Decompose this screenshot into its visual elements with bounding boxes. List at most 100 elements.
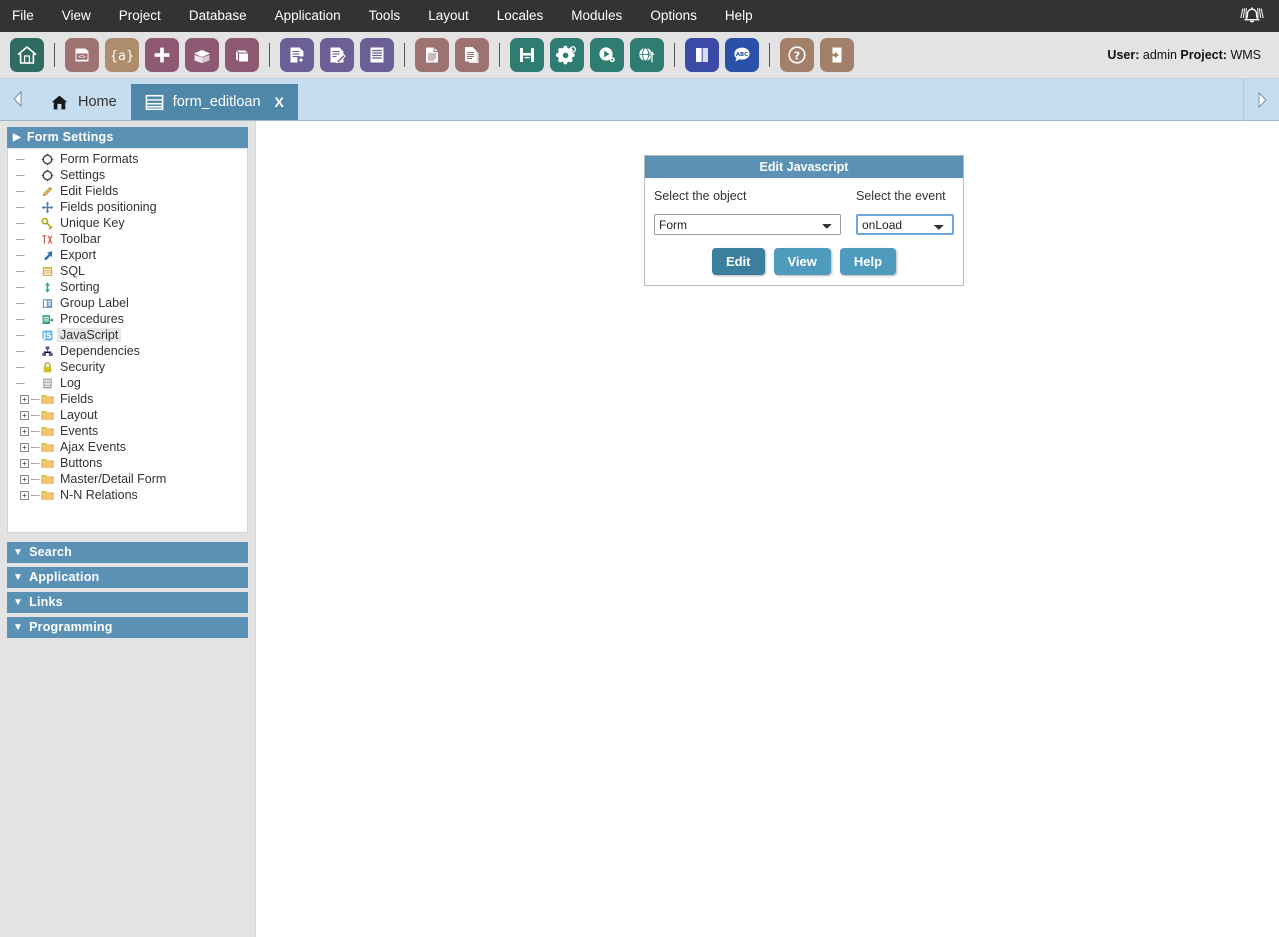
tree-item-label: Toolbar <box>60 232 101 246</box>
curly-braces-icon: {a} <box>111 49 133 64</box>
sidebar-section-programming[interactable]: ▼ Programming <box>7 617 248 638</box>
tab-close-button[interactable]: X <box>275 94 284 110</box>
tree-item-group-label[interactable]: ─ Group Label <box>8 295 247 311</box>
help-button[interactable]: Help <box>839 248 897 275</box>
toolbar-exit-button[interactable] <box>820 38 854 72</box>
triangle-down-icon: ▼ <box>13 571 24 583</box>
tree-item-label: JavaScript <box>57 328 122 342</box>
tree-expander[interactable]: + ─ <box>14 471 40 487</box>
toolbar-dictionary-button[interactable]: ABC <box>725 38 759 72</box>
tree-item-ajax-events[interactable]: + ─ Ajax Events <box>8 439 247 455</box>
triangle-down-icon: ▼ <box>13 621 24 633</box>
tree-branch-line: ─ <box>16 232 25 246</box>
toolbar-add-button[interactable] <box>145 38 179 72</box>
tree-item-security[interactable]: ─ Security <box>8 359 247 375</box>
tree-expander[interactable]: + ─ <box>14 407 40 423</box>
tree-item-label: Edit Fields <box>60 184 119 198</box>
tree-item-label: Sorting <box>60 280 100 294</box>
tree-branch-line: ─ <box>16 312 25 326</box>
tab-form-editloan[interactable]: form_editloan X <box>130 84 298 120</box>
tree-item-fields-positioning[interactable]: ─ Fields positioning <box>8 199 247 215</box>
notification-bell-button[interactable] <box>1235 0 1269 32</box>
menu-item-help[interactable]: Help <box>711 0 767 32</box>
tree-expander[interactable]: + ─ <box>14 439 40 455</box>
select-event-dropdown[interactable]: onLoad <box>856 214 954 235</box>
expand-plus-icon: + <box>20 410 29 420</box>
toolbar-unpack-button[interactable] <box>185 38 219 72</box>
tree-item-javascript[interactable]: ─ JS JavaScript <box>8 327 247 343</box>
menu-item-options[interactable]: Options <box>636 0 711 32</box>
tree-item-unique-key[interactable]: ─ Unique Key <box>8 215 247 231</box>
log-icon <box>40 376 54 390</box>
tree-item-master-detail-form[interactable]: + ─ Master/Detail Form <box>8 471 247 487</box>
tree-item-nn-relations[interactable]: + ─ N-N Relations <box>8 487 247 503</box>
project-label: Project: <box>1180 48 1227 62</box>
select-object-dropdown[interactable]: Form <box>654 214 841 235</box>
toolbar-list-form-button[interactable] <box>360 38 394 72</box>
sidebar-section-search[interactable]: ▼ Search <box>7 542 248 563</box>
sidebar-section-links[interactable]: ▼ Links <box>7 592 248 613</box>
tree-item-procedures[interactable]: ─ Procedures <box>8 311 247 327</box>
move-cross-icon <box>40 200 54 214</box>
svg-text:{a}: {a} <box>111 49 133 64</box>
menu-item-modules[interactable]: Modules <box>557 0 636 32</box>
sidebar-section-application[interactable]: ▼ Application <box>7 567 248 588</box>
tree-item-sorting[interactable]: ─ Sorting <box>8 279 247 295</box>
tree-branch-line: ─ <box>16 200 25 214</box>
toolbar-page-button[interactable] <box>415 38 449 72</box>
toolbar-run-button[interactable] <box>590 38 624 72</box>
toolbar-pack-button[interactable] <box>225 38 259 72</box>
tree-expander[interactable]: + ─ <box>14 487 40 503</box>
toolbar-separator <box>674 43 675 67</box>
menu-item-project[interactable]: Project <box>105 0 175 32</box>
toolbar-manual-button[interactable] <box>685 38 719 72</box>
tree-item-edit-fields[interactable]: ─ Edit Fields <box>8 183 247 199</box>
tree-branch-line: ─ <box>16 328 25 342</box>
tree-expander[interactable]: + ─ <box>14 455 40 471</box>
menu-item-locales[interactable]: Locales <box>483 0 558 32</box>
tab-scroll-left-button[interactable] <box>0 78 36 120</box>
tree-item-dependencies[interactable]: ─ Dependencies <box>8 343 247 359</box>
tree-item-settings[interactable]: ─ Settings <box>8 167 247 183</box>
tree-item-events[interactable]: + ─ Events <box>8 423 247 439</box>
folder-icon <box>40 440 54 454</box>
tab-home-label: Home <box>78 94 117 110</box>
tab-home[interactable]: Home <box>36 84 131 120</box>
menu-item-layout[interactable]: Layout <box>414 0 483 32</box>
pages-copy-icon <box>465 47 479 63</box>
view-button[interactable]: View <box>773 248 831 275</box>
js-icon: JS <box>40 328 54 342</box>
tab-scroll-right-button[interactable] <box>1243 79 1279 121</box>
toolbar-settings-button[interactable] <box>550 38 584 72</box>
tree-item-log[interactable]: ─ Log <box>8 375 247 391</box>
tree-expander[interactable]: + ─ <box>14 423 40 439</box>
tree-item-sql[interactable]: ─ SQL <box>8 263 247 279</box>
tree-expander[interactable]: + ─ <box>14 391 40 407</box>
menu-item-application[interactable]: Application <box>261 0 355 32</box>
menu-item-file[interactable]: File <box>0 0 48 32</box>
toolbar-code-document-button[interactable]: <> <box>65 38 99 72</box>
sidebar-section-form-settings[interactable]: ▶ Form Settings <box>7 127 248 148</box>
toolbar-new-form-button[interactable] <box>280 38 314 72</box>
menu-item-database[interactable]: Database <box>175 0 261 32</box>
tree-item-toolbar[interactable]: ─ Toolbar <box>8 231 247 247</box>
edit-button[interactable]: Edit <box>711 248 765 275</box>
expand-plus-icon: + <box>20 490 29 500</box>
toolbar-help-button[interactable]: ? <box>780 38 814 72</box>
gear-outline-icon <box>40 168 54 182</box>
folder-icon <box>40 456 54 470</box>
toolbar-macro-button[interactable]: {a} <box>105 38 139 72</box>
toolbar-copy-page-button[interactable] <box>455 38 489 72</box>
tree-item-fields[interactable]: + ─ Fields <box>8 391 247 407</box>
tree-branch-line: ─ <box>16 360 25 374</box>
toolbar-publish-button[interactable] <box>630 38 664 72</box>
tree-item-form-formats[interactable]: ─ Form Formats <box>8 151 247 167</box>
tree-item-buttons[interactable]: + ─ Buttons <box>8 455 247 471</box>
tree-item-layout[interactable]: + ─ Layout <box>8 407 247 423</box>
tree-item-export[interactable]: ─ Export <box>8 247 247 263</box>
toolbar-save-button[interactable] <box>510 38 544 72</box>
menu-item-tools[interactable]: Tools <box>355 0 415 32</box>
toolbar-edit-form-button[interactable] <box>320 38 354 72</box>
toolbar-home-button[interactable] <box>10 38 44 72</box>
menu-item-view[interactable]: View <box>48 0 105 32</box>
